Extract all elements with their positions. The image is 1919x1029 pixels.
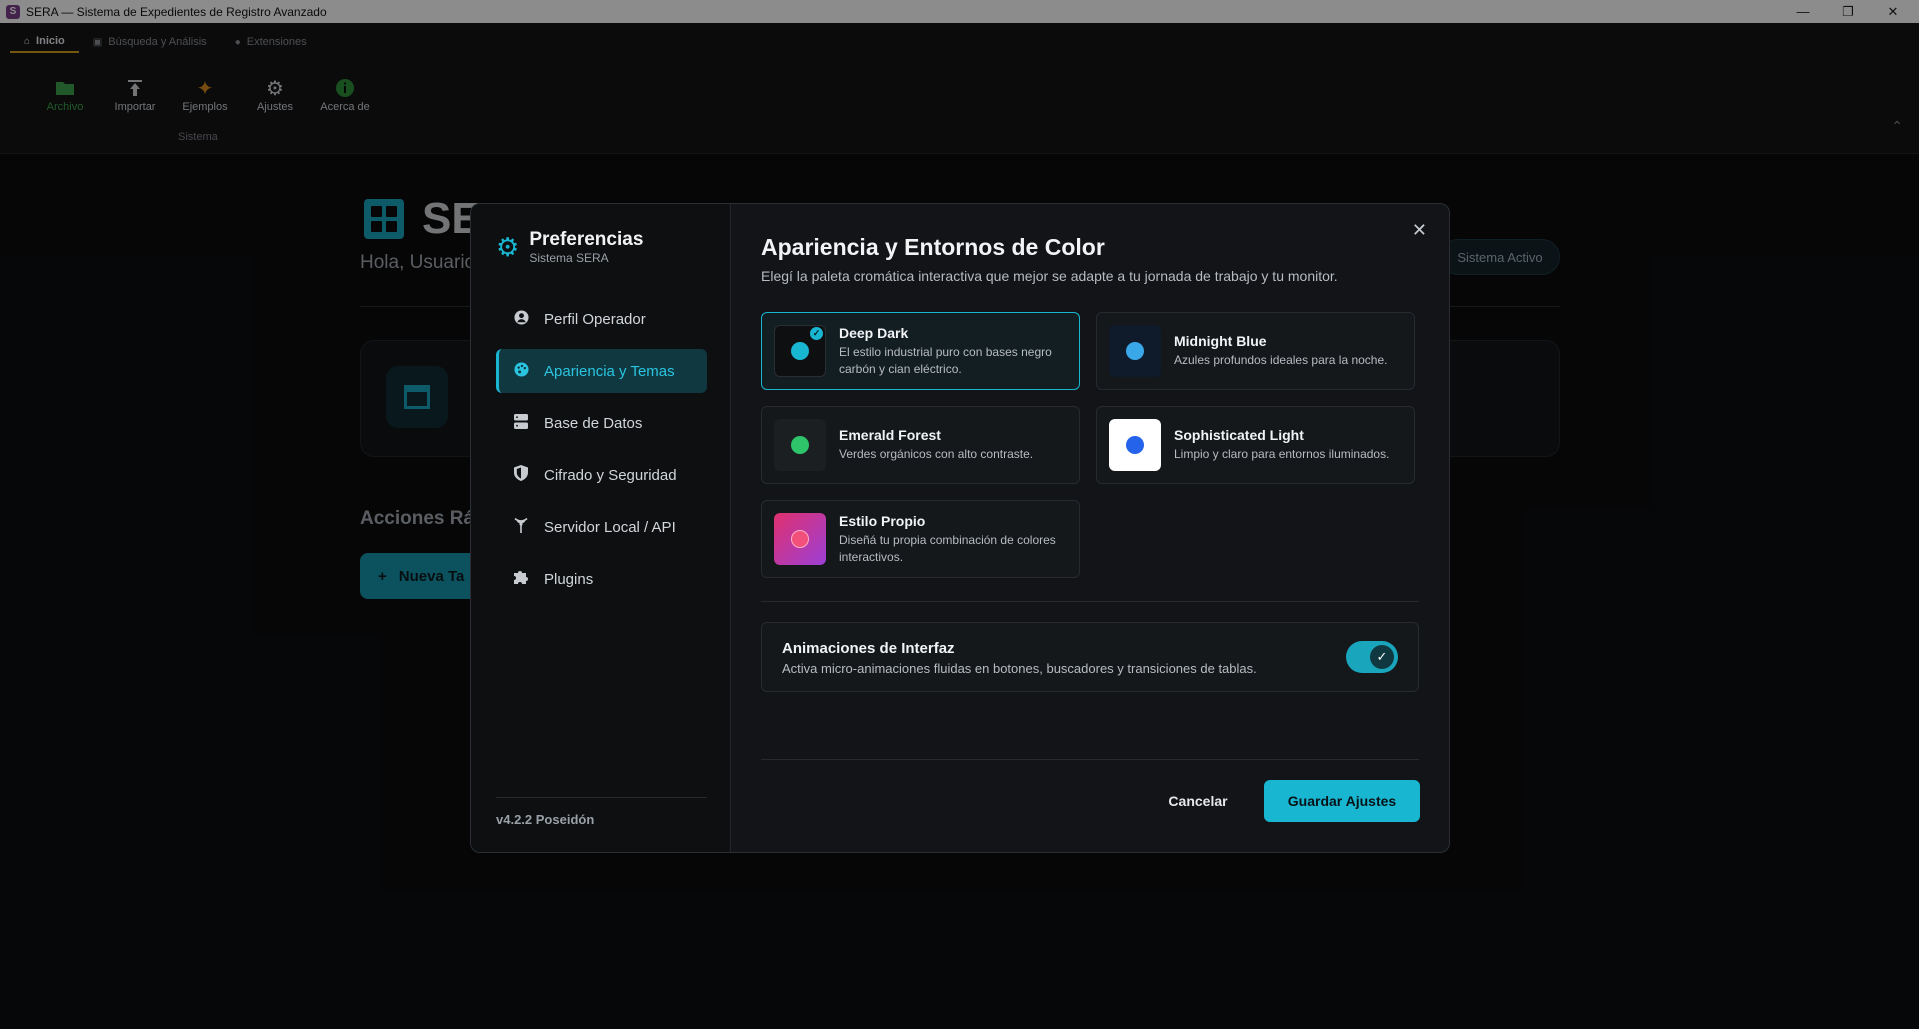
theme-desc: Diseñá tu propia combinación de colores … bbox=[839, 532, 1056, 564]
section-divider bbox=[761, 601, 1419, 602]
nav-item-apariencia[interactable]: Apariencia y Temas bbox=[496, 349, 707, 393]
theme-grid: ✓ Deep Dark El estilo industrial puro co… bbox=[761, 312, 1419, 578]
color-dot bbox=[1126, 342, 1144, 360]
user-icon bbox=[512, 309, 530, 329]
color-dot bbox=[791, 530, 809, 548]
theme-desc: Verdes orgánicos con alto contraste. bbox=[839, 447, 1034, 461]
color-dot bbox=[1126, 436, 1144, 454]
close-icon[interactable]: ✕ bbox=[1412, 220, 1427, 241]
nav-item-cifrado[interactable]: Cifrado y Seguridad bbox=[496, 453, 707, 497]
appearance-subtitle: Elegí la paleta cromática interactiva qu… bbox=[761, 268, 1338, 284]
nav-label: Servidor Local / API bbox=[544, 518, 676, 536]
nav-item-perfil[interactable]: Perfil Operador bbox=[496, 297, 707, 341]
theme-swatch bbox=[774, 513, 826, 565]
animations-toggle[interactable]: ✓ bbox=[1346, 641, 1398, 673]
sidebar-divider bbox=[496, 797, 707, 798]
theme-name: Midnight Blue bbox=[1174, 333, 1267, 349]
theme-desc: El estilo industrial puro con bases negr… bbox=[839, 344, 1052, 376]
theme-swatch bbox=[1109, 325, 1161, 377]
theme-name: Sophisticated Light bbox=[1174, 427, 1304, 443]
theme-swatch bbox=[774, 419, 826, 471]
cancel-button[interactable]: Cancelar bbox=[1148, 780, 1248, 822]
check-icon: ✓ bbox=[1370, 645, 1394, 669]
animations-desc: Activa micro-animaciones fluidas en boto… bbox=[782, 661, 1257, 676]
nav-label: Cifrado y Seguridad bbox=[544, 466, 677, 484]
theme-card-emerald-forest[interactable]: Emerald Forest Verdes orgánicos con alto… bbox=[761, 406, 1080, 484]
nav-item-servidor[interactable]: Servidor Local / API bbox=[496, 505, 707, 549]
theme-card-estilo-propio[interactable]: Estilo Propio Diseñá tu propia combinaci… bbox=[761, 500, 1080, 578]
nav-item-base-datos[interactable]: Base de Datos bbox=[496, 401, 707, 445]
animations-title: Animaciones de Interfaz bbox=[782, 640, 955, 657]
theme-card-midnight-blue[interactable]: Midnight Blue Azules profundos ideales p… bbox=[1096, 312, 1415, 390]
theme-card-sophisticated-light[interactable]: Sophisticated Light Limpio y claro para … bbox=[1096, 406, 1415, 484]
version-label: v4.2.2 Poseidón bbox=[496, 812, 595, 827]
preferences-dialog: ⚙ Preferencias Sistema SERA Perfil Opera… bbox=[470, 203, 1450, 853]
nav-label: Apariencia y Temas bbox=[544, 362, 675, 380]
appearance-title: Apariencia y Entornos de Color bbox=[761, 234, 1105, 260]
theme-desc: Limpio y claro para entornos iluminados. bbox=[1174, 447, 1390, 461]
animations-setting: Animaciones de Interfaz Activa micro-ani… bbox=[761, 622, 1419, 692]
theme-name: Estilo Propio bbox=[839, 512, 926, 529]
theme-name: Deep Dark bbox=[839, 324, 909, 341]
check-icon: ✓ bbox=[810, 327, 823, 340]
nav-label: Base de Datos bbox=[544, 414, 643, 432]
gear-icon: ⚙ bbox=[496, 231, 520, 262]
preferences-nav: Perfil Operador Apariencia y Temas Base … bbox=[496, 297, 707, 609]
nav-item-plugins[interactable]: Plugins bbox=[496, 557, 707, 601]
appearance-panel: ✕ Apariencia y Entornos de Color Elegí l… bbox=[731, 204, 1449, 852]
preferences-header: ⚙ Preferencias Sistema SERA bbox=[496, 229, 643, 265]
theme-swatch bbox=[1109, 419, 1161, 471]
theme-name: Emerald Forest bbox=[839, 427, 941, 443]
database-icon bbox=[512, 413, 530, 433]
preferences-subtitle: Sistema SERA bbox=[529, 251, 609, 265]
save-button[interactable]: Guardar Ajustes bbox=[1264, 780, 1420, 822]
preferences-title: Preferencias bbox=[529, 229, 644, 250]
puzzle-icon bbox=[512, 569, 530, 589]
theme-card-deep-dark[interactable]: ✓ Deep Dark El estilo industrial puro co… bbox=[761, 312, 1080, 390]
color-dot bbox=[791, 342, 809, 360]
theme-desc: Azules profundos ideales para la noche. bbox=[1174, 353, 1388, 367]
footer-divider bbox=[761, 759, 1419, 760]
preferences-sidebar: ⚙ Preferencias Sistema SERA Perfil Opera… bbox=[471, 204, 731, 852]
theme-swatch: ✓ bbox=[774, 325, 826, 377]
nav-label: Plugins bbox=[544, 570, 594, 588]
color-dot bbox=[791, 436, 809, 454]
nav-label: Perfil Operador bbox=[544, 310, 646, 328]
palette-icon bbox=[512, 361, 530, 381]
broadcast-icon bbox=[512, 517, 530, 537]
shield-icon bbox=[512, 465, 530, 485]
